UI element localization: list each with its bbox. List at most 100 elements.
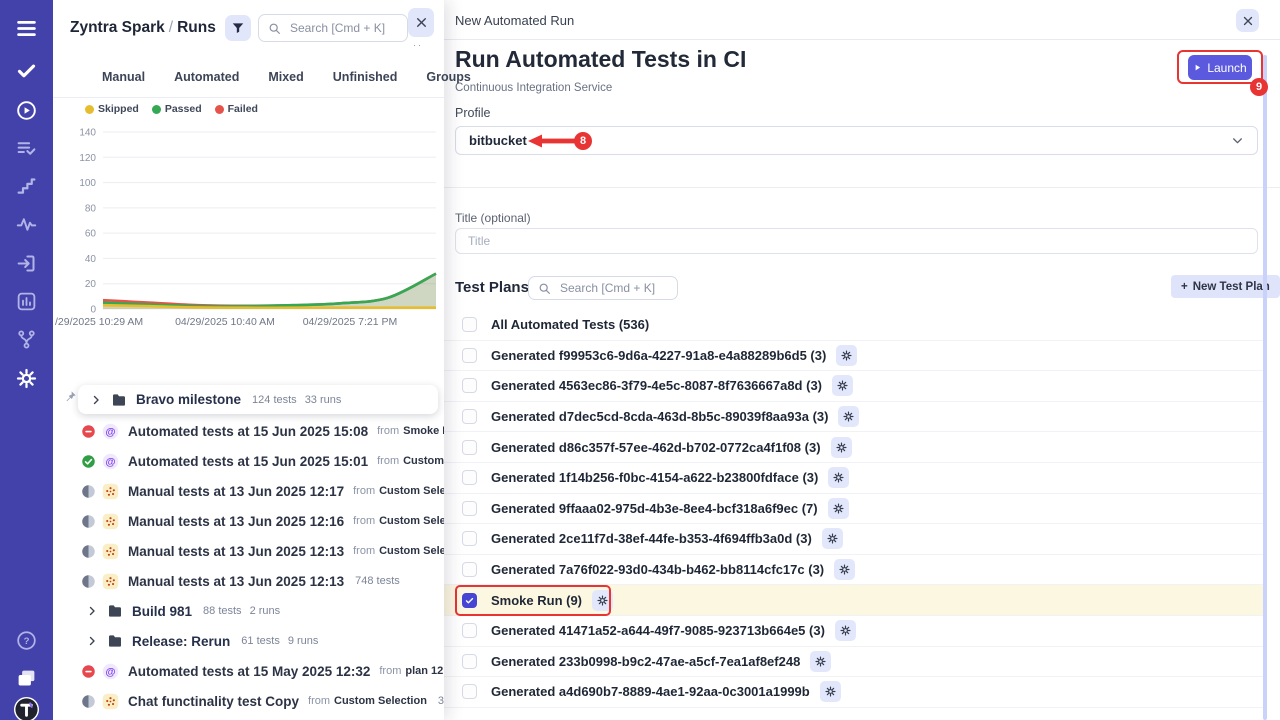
breadcrumb-project[interactable]: Zyntra Spark — [70, 19, 165, 36]
gear-icon — [840, 625, 851, 636]
modal-scrollbar[interactable] — [1263, 55, 1267, 720]
chart-legend: SkippedPassedFailed — [85, 103, 258, 115]
milestones-icon[interactable] — [16, 176, 37, 197]
run-row[interactable]: Manual tests at 13 Jun 2025 12:16fromCus… — [53, 506, 444, 536]
annotation-arrow-8 — [527, 133, 579, 149]
test-plan-label: Generated 1f14b256-f0bc-4154-a622-b23800… — [491, 470, 818, 485]
test-plan-row[interactable]: Generated f99953c6-9d6a-4227-91a8-e4a882… — [444, 341, 1264, 372]
test-plan-checkbox[interactable] — [462, 562, 477, 577]
test-plan-row[interactable]: Generated 2ce11f7d-38ef-44fe-b353-4f694f… — [444, 524, 1264, 555]
tab-unfinished[interactable]: Unfinished — [333, 70, 398, 84]
runs-panel-close-button[interactable] — [408, 8, 434, 37]
pulse-icon[interactable] — [16, 214, 37, 235]
test-plan-checkbox[interactable] — [462, 593, 477, 608]
test-plan-settings-button[interactable] — [592, 590, 613, 611]
test-plan-row[interactable]: All Automated Tests (536) — [444, 310, 1264, 341]
import-icon[interactable] — [16, 253, 37, 274]
test-plan-row[interactable]: Generated 1f14b256-f0bc-4154-a622-b23800… — [444, 463, 1264, 494]
chevron-right-icon[interactable] — [86, 605, 98, 617]
runs-search-input[interactable] — [288, 20, 398, 36]
test-plan-row[interactable]: Generated 41471a52-a644-49f7-9085-923713… — [444, 616, 1264, 647]
test-plan-checkbox[interactable] — [462, 623, 477, 638]
chevron-right-icon[interactable] — [86, 635, 98, 647]
settings-gear-icon[interactable] — [16, 368, 37, 389]
test-plan-checkbox[interactable] — [462, 409, 477, 424]
test-plan-settings-button[interactable] — [828, 498, 849, 519]
help-icon[interactable]: ? — [16, 630, 37, 651]
test-plans-search[interactable] — [528, 276, 678, 300]
svg-text:?: ? — [24, 636, 30, 647]
run-source: Custom Selection — [403, 455, 444, 467]
runs-play-icon[interactable] — [16, 100, 37, 121]
tab-mixed[interactable]: Mixed — [268, 70, 303, 84]
run-row[interactable]: Manual tests at 13 Jun 2025 12:17fromCus… — [53, 476, 444, 506]
test-plan-checkbox[interactable] — [462, 470, 477, 485]
test-plan-checkbox[interactable] — [462, 501, 477, 516]
test-plan-settings-button[interactable] — [831, 437, 852, 458]
test-plan-checkbox[interactable] — [462, 531, 477, 546]
legend-dot — [152, 105, 161, 114]
gear-icon — [815, 656, 826, 667]
test-plan-row[interactable]: Generated d7dec5cd-8cda-463d-8b5c-89039f… — [444, 402, 1264, 433]
title-input[interactable] — [455, 228, 1258, 254]
tab-automated[interactable]: Automated — [174, 70, 239, 84]
filter-button[interactable] — [225, 15, 251, 41]
legend-dot — [215, 105, 224, 114]
run-source: Custom Selection — [379, 515, 444, 527]
run-row[interactable]: @Automated tests at 15 May 2025 12:32fro… — [53, 656, 444, 686]
test-plan-settings-button[interactable] — [810, 651, 831, 672]
branch-icon[interactable] — [16, 329, 37, 350]
launch-button[interactable]: Launch — [1188, 55, 1252, 80]
test-plan-row[interactable]: Generated 233b0998-b9c2-47ae-a5cf-7ea1af… — [444, 647, 1264, 678]
run-title: Manual tests at 13 Jun 2025 12:13 — [128, 574, 344, 589]
run-row[interactable]: Manual tests at 13 Jun 2025 12:13fromCus… — [53, 536, 444, 566]
test-plan-settings-button[interactable] — [838, 406, 859, 427]
test-plan-checkbox[interactable] — [462, 348, 477, 363]
svg-text:04/29/2025 7:21 PM: 04/29/2025 7:21 PM — [303, 316, 398, 328]
svg-text:0: 0 — [90, 305, 96, 316]
folder-meta: 88 tests — [203, 605, 242, 617]
test-plan-settings-button[interactable] — [820, 681, 841, 702]
run-row[interactable]: Manual tests at 13 Jun 2025 12:13748 tes… — [53, 566, 444, 596]
test-plan-settings-button[interactable] — [835, 620, 856, 641]
test-plan-settings-button[interactable] — [836, 345, 857, 366]
test-plan-checkbox[interactable] — [462, 317, 477, 332]
test-plans-search-input[interactable] — [558, 280, 668, 296]
test-plan-row[interactable]: Generated 4563ec86-3f79-4e5c-8087-8f7636… — [444, 371, 1264, 402]
test-plan-row[interactable]: Generated 9ffaaa02-975d-4b3e-8ee4-bcf318… — [444, 494, 1264, 525]
runs-search[interactable] — [258, 14, 408, 42]
test-plan-checkbox[interactable] — [462, 378, 477, 393]
svg-text:04/29/2025 10:40 AM: 04/29/2025 10:40 AM — [175, 316, 275, 328]
test-plan-settings-button[interactable] — [822, 528, 843, 549]
pinned-folder-row[interactable]: Bravo milestone 124 tests 33 runs — [78, 385, 438, 414]
legend-item-skipped: Skipped — [85, 103, 139, 115]
tests-check-icon[interactable] — [16, 60, 37, 81]
tab-manual[interactable]: Manual — [102, 70, 145, 84]
tab-groups[interactable]: Groups — [426, 70, 470, 84]
automated-run-icon: @ — [102, 663, 119, 680]
test-plan-settings-button[interactable] — [832, 375, 853, 396]
logo-icon[interactable] — [13, 696, 40, 720]
projects-icon[interactable] — [16, 668, 37, 689]
test-plan-checkbox[interactable] — [462, 440, 477, 455]
test-list-icon[interactable] — [16, 138, 37, 159]
test-plan-checkbox[interactable] — [462, 684, 477, 699]
test-plan-row[interactable]: Smoke Run (9) — [444, 585, 1264, 616]
test-plan-settings-button[interactable] — [828, 467, 849, 488]
folder-row[interactable]: Build 98188 tests2 runs — [53, 596, 444, 626]
test-plan-row[interactable]: Generated a4d690b7-8889-4ae1-92aa-0c3001… — [444, 677, 1264, 708]
run-row[interactable]: Chat functinality test CopyfromCustom Se… — [53, 686, 444, 716]
test-plan-checkbox[interactable] — [462, 654, 477, 669]
test-plan-row[interactable]: Generated d86c357f-57ee-462d-b702-0772ca… — [444, 432, 1264, 463]
modal-close-button[interactable] — [1236, 9, 1259, 32]
test-plan-row[interactable]: Generated 7a76f022-93d0-434b-b462-bb8114… — [444, 555, 1264, 586]
chevron-right-icon[interactable] — [90, 394, 102, 406]
svg-text:/29/2025 10:29 AM: /29/2025 10:29 AM — [55, 316, 143, 328]
test-plan-label: Generated f99953c6-9d6a-4227-91a8-e4a882… — [491, 348, 826, 363]
test-plan-settings-button[interactable] — [834, 559, 855, 580]
run-row[interactable]: @Automated tests at 15 Jun 2025 15:01fro… — [53, 446, 444, 476]
menu-icon[interactable] — [16, 18, 37, 39]
folder-row[interactable]: Release: Rerun61 tests9 runs — [53, 626, 444, 656]
run-row[interactable]: @Automated tests at 15 Jun 2025 15:08fro… — [53, 416, 444, 446]
analytics-icon[interactable] — [16, 291, 37, 312]
